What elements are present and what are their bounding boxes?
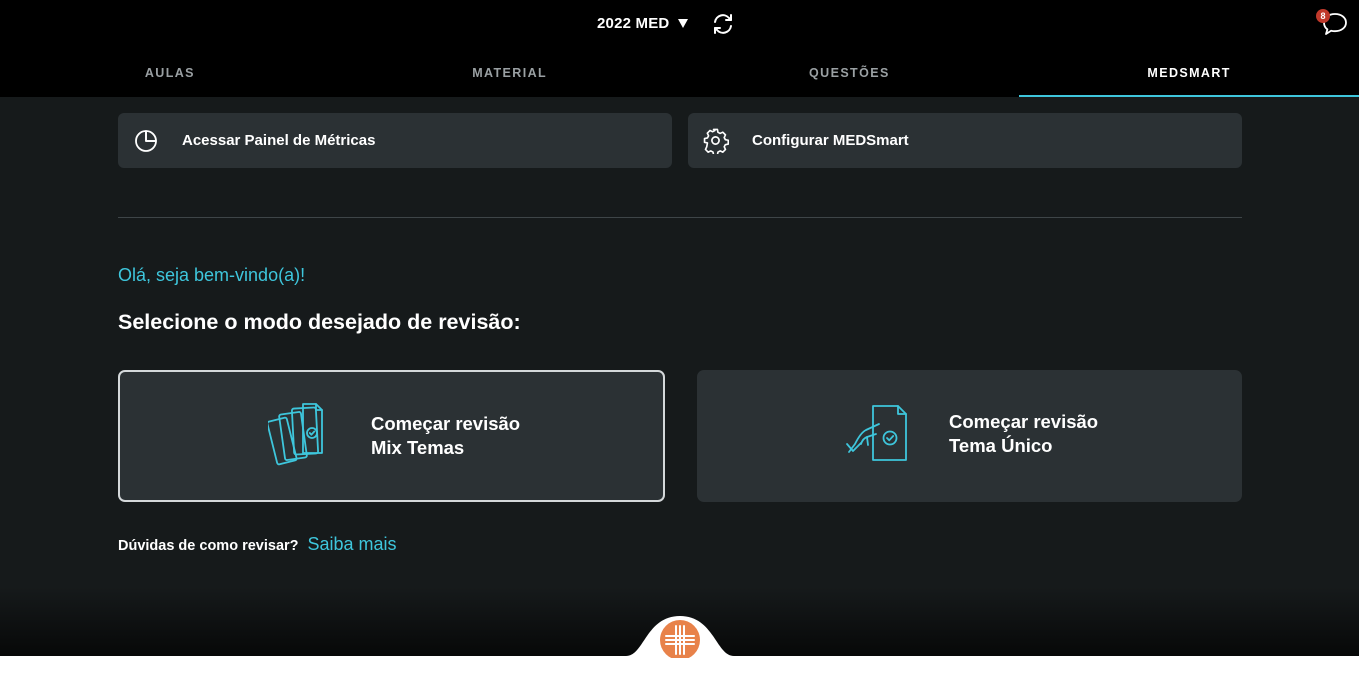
medical-cross-logo[interactable] [626, 612, 734, 658]
metrics-panel-label: Acessar Painel de Métricas [182, 132, 376, 149]
help-row: Dúvidas de como revisar? Saiba mais [118, 534, 397, 555]
mix-temas-card[interactable]: Começar revisão Mix Temas [118, 370, 665, 502]
mix-temas-text: Começar revisão Mix Temas [371, 412, 520, 460]
tema-unico-line2: Tema Único [949, 435, 1053, 456]
tema-unico-text: Começar revisão Tema Único [949, 410, 1098, 458]
year-select[interactable]: 2022 MED [597, 12, 689, 34]
tab-questoes[interactable]: QUESTÕES [680, 48, 1020, 97]
caret-down-icon [678, 18, 689, 28]
main-content: Acessar Painel de Métricas Configurar ME… [0, 97, 1359, 656]
year-select-label: 2022 MED [597, 14, 670, 32]
welcome-message: Olá, seja bem-vindo(a)! [118, 265, 306, 285]
tab-material[interactable]: MATERIAL [340, 48, 680, 97]
mix-temas-line1: Começar revisão [371, 413, 521, 434]
tema-unico-line1: Começar revisão [949, 411, 1099, 432]
tab-medsmart[interactable]: MEDSMART [1019, 48, 1359, 97]
pie-chart-icon [135, 129, 157, 152]
notification-badge: 8 [1316, 9, 1330, 23]
saiba-mais-link[interactable]: Saiba mais [308, 534, 397, 555]
gear-icon [703, 128, 729, 154]
mix-temas-line2: Mix Temas [371, 437, 465, 458]
configure-medsmart-label: Configurar MEDSmart [752, 132, 909, 149]
tema-unico-card[interactable]: Começar revisão Tema Único [697, 370, 1242, 502]
top-bar: 2022 MED 8 AULAS MATERIAL QUESTÕES MEDSM… [0, 0, 1359, 97]
divider [118, 217, 1242, 218]
main-tabs: AULAS MATERIAL QUESTÕES MEDSMART [0, 48, 1359, 97]
stacked-cards-icon [268, 403, 323, 466]
configure-medsmart-button[interactable]: Configurar MEDSmart [688, 113, 1242, 168]
select-mode-heading: Selecione o modo desejado de revisão: [118, 310, 521, 334]
page-footer-area [0, 656, 1359, 675]
help-question: Dúvidas de como revisar? [118, 538, 299, 554]
refresh-icon[interactable] [711, 12, 735, 36]
hand-document-icon [846, 405, 907, 461]
tab-aulas[interactable]: AULAS [0, 48, 340, 97]
metrics-panel-button[interactable]: Acessar Painel de Métricas [118, 113, 672, 168]
